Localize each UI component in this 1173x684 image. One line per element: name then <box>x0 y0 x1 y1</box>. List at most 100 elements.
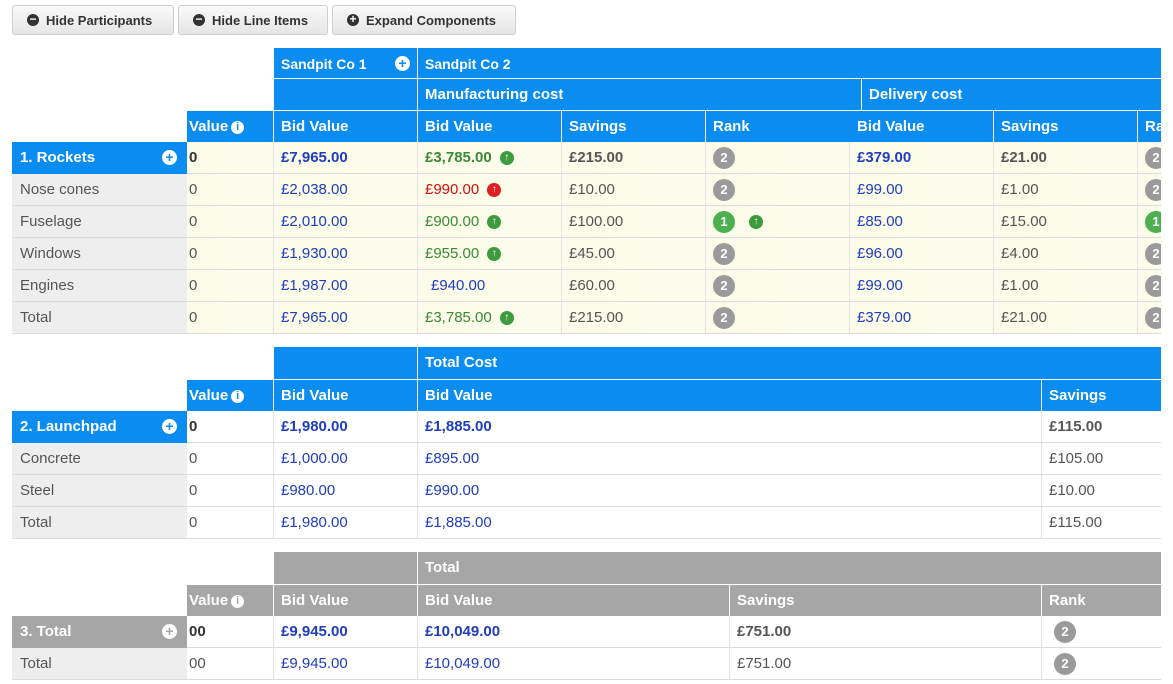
table-row: Total 0 £1,980.00 £1,885.00 £115.00 <box>12 507 1161 539</box>
bid-cell: £9,945.00 <box>274 616 418 648</box>
rank-cell: 2 <box>1138 174 1161 206</box>
cell-text: £10,049.00 <box>425 655 501 672</box>
cell-text: £990.00 <box>425 482 480 499</box>
savings-cell: £115.00 <box>1042 411 1161 443</box>
group-label: Total <box>425 559 460 576</box>
plus-circle-icon[interactable]: + <box>395 56 410 71</box>
header-label: Savings <box>737 592 795 609</box>
cell-text: £45.00 <box>569 245 615 262</box>
rank-cell: 2 <box>1138 302 1161 334</box>
arrow-up-circle-icon: ↑ <box>499 151 514 166</box>
row-label-cell: Concrete <box>12 443 187 475</box>
rank-badge: 2 <box>1054 621 1076 644</box>
savings-cell: £115.00 <box>1042 507 1161 539</box>
minus-circle-icon: − <box>27 13 39 26</box>
savings-cell: £100.00 <box>562 206 706 238</box>
bid-cell: £1,987.00 <box>274 270 418 302</box>
savings-header[interactable]: Savings <box>730 584 1042 616</box>
rank-header[interactable]: Rank <box>1042 584 1161 616</box>
cell-text: 0 <box>189 245 198 262</box>
cell-text: £99.00 <box>857 181 903 198</box>
rank-cell: 1 ↑ <box>706 206 850 238</box>
bid-cell: £900.00 ↑ <box>418 206 562 238</box>
bid-value-header[interactable]: Bid Value <box>850 110 994 142</box>
cell-text: £751.00 <box>737 623 792 640</box>
hide-participants-button[interactable]: − Hide Participants <box>12 5 174 35</box>
bid-cell: £9,945.00 <box>274 648 418 680</box>
row-label: Fuselage <box>20 213 82 230</box>
table-row: Fuselage 0 £2,010.00 £900.00 ↑ £100.00 1 ↑… <box>12 206 1161 238</box>
savings-header[interactable]: Savings <box>994 110 1138 142</box>
savings-cell: £215.00 <box>562 142 706 174</box>
rank-badge: 2 <box>713 307 735 330</box>
group-header-total-cost: Total Cost <box>418 347 1161 379</box>
expand-components-button[interactable]: + Expand Components <box>332 5 516 35</box>
cell-text: 00 <box>189 655 206 672</box>
info-icon[interactable]: i <box>231 120 245 134</box>
row-label: 3. Total <box>20 623 72 640</box>
cell-text: £940.00 <box>431 277 486 294</box>
participant-header-2[interactable]: Sandpit Co 2 <box>418 48 1161 80</box>
plus-circle-icon[interactable]: + <box>162 150 177 165</box>
plus-circle-icon[interactable]: + <box>162 624 177 639</box>
info-icon[interactable]: i <box>231 389 245 403</box>
table-row: 1. Rockets + 0 £7,965.00 £3,785.00 ↑ £215… <box>12 142 1161 174</box>
cell-text: 0 <box>189 418 198 435</box>
header-label: Bid Value <box>281 592 349 609</box>
row-label-cell: Total <box>12 507 187 539</box>
savings-cell: £10.00 <box>1042 475 1161 507</box>
cell-text: £85.00 <box>857 213 903 230</box>
section-label-total[interactable]: 3. Total + <box>12 616 187 648</box>
value-cell: 0 <box>187 270 274 302</box>
savings-header[interactable]: Savings <box>1042 379 1161 411</box>
cell-text: 0 <box>189 213 198 230</box>
savings-cell: £10.00 <box>562 174 706 206</box>
header-label: Bid Value <box>281 118 349 135</box>
value-cell: 0 <box>187 443 274 475</box>
rank-cell: 2 <box>706 302 850 334</box>
row-label: Engines <box>20 277 75 294</box>
bid-cell: £379.00 <box>850 142 994 174</box>
section-label-launchpad[interactable]: 2. Launchpad + <box>12 411 187 443</box>
row-label: 1. Rockets <box>20 149 96 166</box>
bid-cell: £3,785.00 ↑ <box>418 302 562 334</box>
cell-text: 00 <box>189 623 206 640</box>
hide-line-items-button[interactable]: − Hide Line Items <box>178 5 328 35</box>
bid-cell: £3,785.00 ↑ <box>418 142 562 174</box>
table-row: Engines 0 £1,987.00 £940.00 £60.00 2 £99… <box>12 270 1161 302</box>
table-row: Total 00 £9,945.00 £10,049.00 £751.00 2 <box>12 648 1161 680</box>
cell-text: £1,980.00 <box>281 514 348 531</box>
section-label-rockets[interactable]: 1. Rockets + <box>12 142 187 174</box>
participant-header-1[interactable]: Sandpit Co 1 + <box>274 48 418 80</box>
rank-header[interactable]: Ra <box>1138 110 1161 142</box>
header-label: Rank <box>1049 592 1086 609</box>
cell-text: £990.00 <box>425 181 480 198</box>
group-header-manufacturing: Manufacturing cost <box>418 78 862 110</box>
cell-text: 0 <box>189 277 198 294</box>
cell-text: 0 <box>189 149 198 166</box>
bid-value-header[interactable]: Bid Value <box>418 379 1042 411</box>
group-header-total: Total <box>418 552 1161 584</box>
rank-badge: 2 <box>1145 275 1161 298</box>
rank-header[interactable]: Rank <box>706 110 862 142</box>
bid-cell: £1,980.00 <box>274 507 418 539</box>
savings-cell: £751.00 <box>730 648 1042 680</box>
rank-cell: 2 <box>1138 270 1161 302</box>
header-label: Bid Value <box>425 592 493 609</box>
rank-badge: 2 <box>713 147 735 170</box>
bid-value-header[interactable]: Bid Value <box>274 584 418 616</box>
bid-value-header[interactable]: Bid Value <box>418 584 730 616</box>
bid-value-header[interactable]: Bid Value <box>274 379 418 411</box>
savings-header[interactable]: Savings <box>562 110 706 142</box>
plus-circle-icon[interactable]: + <box>162 419 177 434</box>
bid-value-header[interactable]: Bid Value <box>418 110 562 142</box>
cell-text: 0 <box>189 450 198 467</box>
info-icon[interactable]: i <box>231 594 245 608</box>
value-header-label: Value <box>189 387 229 404</box>
bid-value-header[interactable]: Bid Value <box>274 110 418 142</box>
group-header-delivery: Delivery cost <box>862 78 1161 110</box>
cell-text: £15.00 <box>1001 213 1047 230</box>
savings-cell: £105.00 <box>1042 443 1161 475</box>
cell-text: £21.00 <box>1001 309 1047 326</box>
cell-text: £1.00 <box>1001 277 1039 294</box>
